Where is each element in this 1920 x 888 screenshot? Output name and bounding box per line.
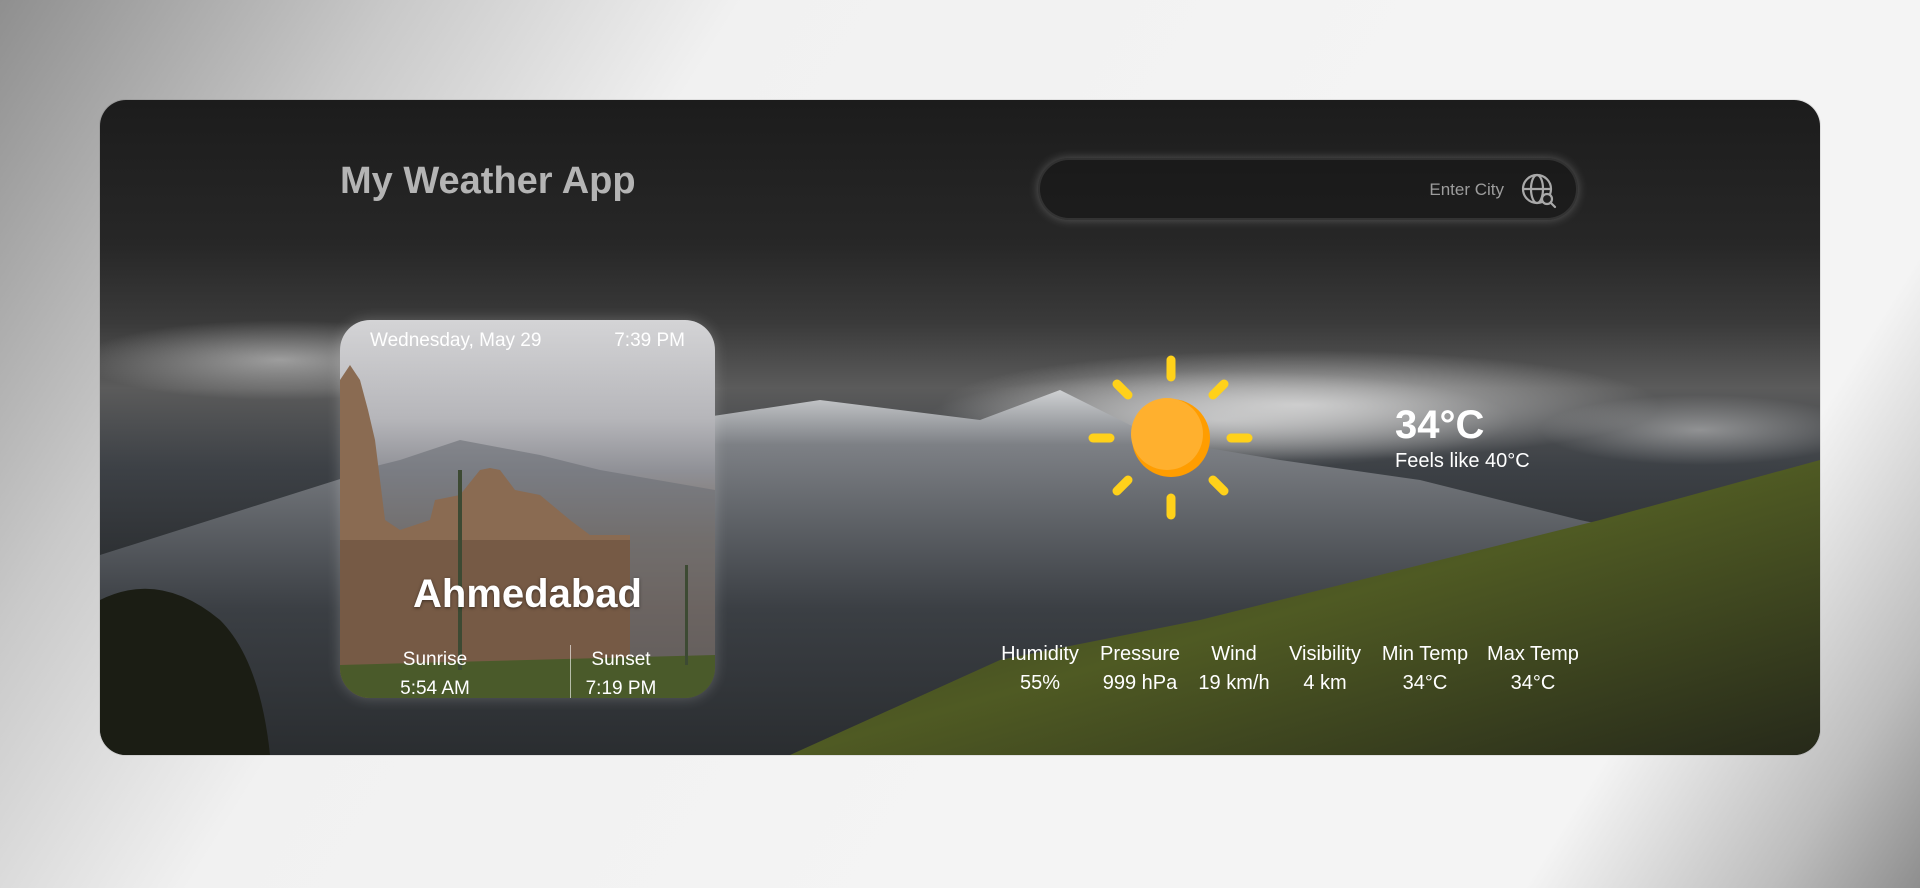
stat-pressure: Pressure 999 hPa bbox=[1095, 640, 1185, 698]
sun-icon bbox=[1088, 355, 1253, 520]
current-temperature: 34°C bbox=[1395, 403, 1485, 447]
stat-label: Min Temp bbox=[1381, 643, 1469, 665]
stat-min-temp: Min Temp 34°C bbox=[1375, 640, 1475, 698]
app-title: My Weather App bbox=[340, 160, 636, 202]
stat-wind: Wind 19 km/h bbox=[1192, 640, 1276, 698]
stat-label: Humidity bbox=[1001, 643, 1079, 665]
city-name: Ahmedabad bbox=[413, 572, 642, 616]
city-search-input[interactable] bbox=[1064, 174, 1506, 206]
stat-visibility: Visibility 4 km bbox=[1283, 640, 1367, 698]
stat-label: Max Temp bbox=[1487, 643, 1579, 665]
weather-stats: Humidity 55% Pressure 999 hPa Wind 19 km… bbox=[100, 640, 1820, 700]
stat-value: 4 km bbox=[1303, 672, 1347, 694]
stat-label: Pressure bbox=[1099, 643, 1181, 665]
stat-value: 55% bbox=[1019, 672, 1061, 694]
stat-label: Wind bbox=[1211, 643, 1257, 665]
search-button[interactable] bbox=[1520, 172, 1558, 210]
feels-like: Feels like 40°C bbox=[1395, 450, 1530, 472]
stat-value: 34°C bbox=[1402, 672, 1448, 694]
stat-value: 999 hPa bbox=[1102, 672, 1178, 694]
stat-label: Visibility bbox=[1289, 643, 1361, 665]
stat-max-temp: Max Temp 34°C bbox=[1483, 640, 1583, 698]
search-bar bbox=[1038, 158, 1578, 220]
stat-value: 19 km/h bbox=[1198, 672, 1270, 694]
weather-app-panel: My Weather App Wednesday, May 29 7:39 PM… bbox=[100, 100, 1820, 755]
globe-search-icon bbox=[1521, 173, 1557, 209]
current-time: 7:39 PM bbox=[614, 330, 685, 351]
current-date: Wednesday, May 29 bbox=[370, 330, 542, 351]
stat-value: 34°C bbox=[1510, 672, 1556, 694]
stat-humidity: Humidity 55% bbox=[1000, 640, 1080, 698]
